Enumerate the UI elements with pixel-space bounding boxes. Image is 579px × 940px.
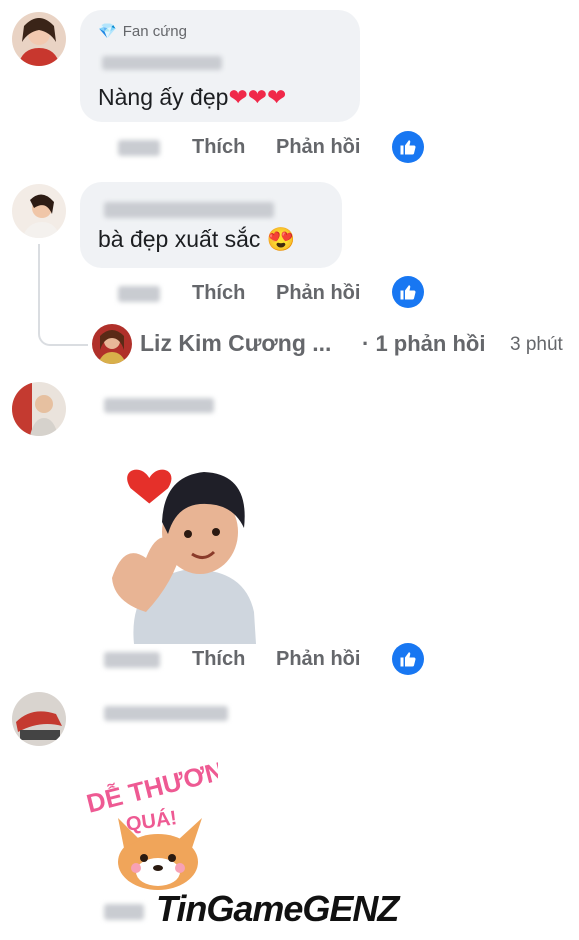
- comment-text: Nàng ấy đẹp❤❤❤: [98, 84, 287, 110]
- like-action[interactable]: Thích: [192, 648, 245, 671]
- like-action[interactable]: Thích: [192, 136, 245, 159]
- reply-action[interactable]: Phản hồi: [276, 136, 360, 159]
- reply-time: 3 phút: [510, 334, 563, 355]
- reply-author-name[interactable]: Liz Kim Cương ...: [140, 330, 331, 357]
- like-reaction-icon[interactable]: [392, 131, 424, 163]
- reply-action[interactable]: Phản hồi: [276, 282, 360, 305]
- comment-timestamp-blurred: [118, 140, 160, 156]
- commenter-name-blurred[interactable]: [104, 706, 228, 721]
- diamond-icon: 💎: [98, 23, 117, 40]
- top-fan-badge: 💎 Fan cứng: [98, 22, 187, 41]
- commenter-name-blurred[interactable]: [104, 202, 274, 218]
- heart-eyes-emoji: 😍: [266, 226, 296, 252]
- comment-bubble-1: 💎 Fan cứng Nàng ấy đẹp❤❤❤: [80, 10, 360, 122]
- commenter-name-blurred[interactable]: [102, 56, 222, 70]
- commenter-avatar-1[interactable]: [12, 12, 66, 66]
- comment-timestamp-blurred: [104, 652, 160, 668]
- sticker-text-2: QUÁ!: [125, 806, 179, 836]
- commenter-name-blurred[interactable]: [104, 398, 214, 413]
- like-reaction-icon[interactable]: [392, 276, 424, 308]
- sticker-text-1: DỄ THƯƠNG: [83, 752, 218, 819]
- like-action[interactable]: Thích: [192, 282, 245, 305]
- commenter-avatar-3[interactable]: [12, 382, 66, 436]
- sticker-boy-heart: [104, 462, 264, 644]
- comment-timestamp-blurred: [118, 286, 160, 302]
- reply-action[interactable]: Phản hồi: [276, 648, 360, 671]
- reply-thread-connector: [38, 244, 88, 346]
- comment-text: bà đẹp xuất sắc 😍: [98, 226, 296, 252]
- like-reaction-icon[interactable]: [392, 643, 424, 675]
- comment-timestamp-blurred: [104, 904, 144, 920]
- commenter-avatar-2[interactable]: [12, 184, 66, 238]
- sticker-de-thuong-qua: DỄ THƯƠNG QUÁ!: [78, 751, 247, 892]
- heart-emojis: ❤❤❤: [228, 84, 287, 110]
- commenter-avatar-4[interactable]: [12, 692, 66, 746]
- comment-bubble-2: bà đẹp xuất sắc 😍: [80, 182, 342, 268]
- site-watermark: TinGameGENZ: [156, 888, 399, 929]
- reply-count[interactable]: · 1 phản hồi: [362, 331, 485, 357]
- reply-author-avatar[interactable]: [92, 324, 132, 364]
